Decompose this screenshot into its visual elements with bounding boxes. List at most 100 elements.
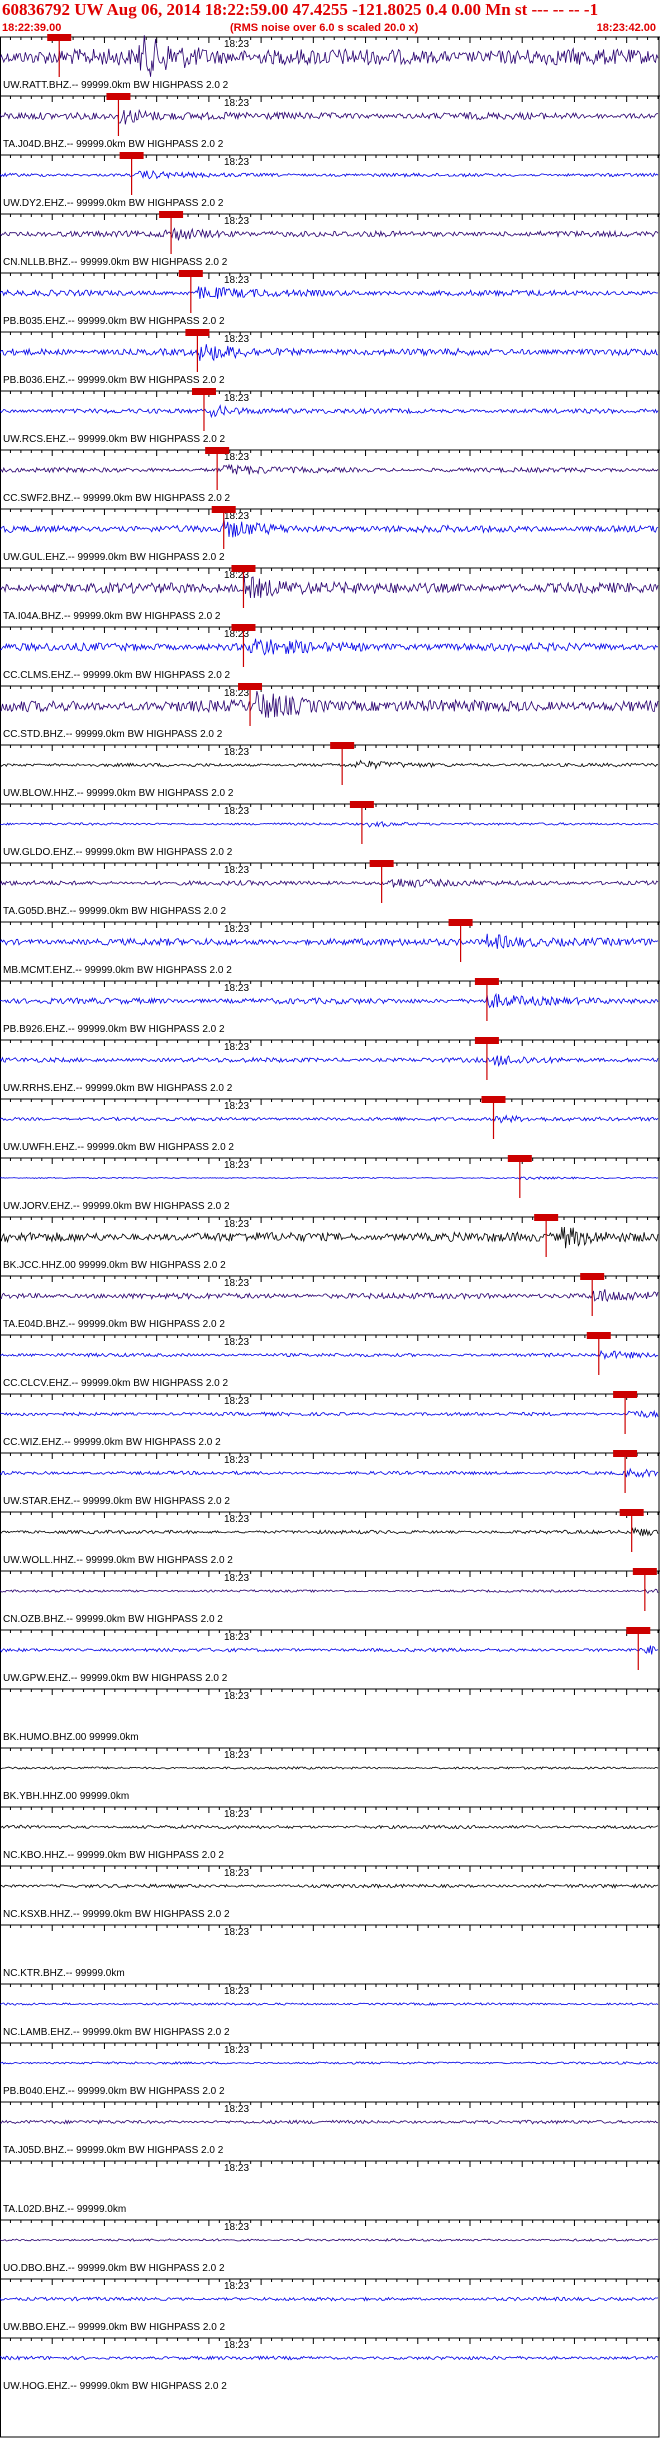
waveform-trace [0, 108, 659, 125]
waveform-trace [0, 1176, 659, 1181]
pick-flag [185, 329, 210, 336]
waveform-trace [0, 2002, 659, 2006]
waveform-trace [0, 1055, 659, 1067]
pick-flag [619, 1509, 644, 1516]
minute-tick-label: 18:23 [224, 2222, 249, 2233]
minute-tick-label: 18:23 [224, 747, 249, 758]
pick-flag [613, 1391, 638, 1398]
pick-flag [507, 1155, 532, 1162]
station-label: CC.CLCV.EHZ.-- 99999.0km BW HIGHPASS 2.0… [3, 1378, 229, 1389]
station-label: UW.HOG.EHZ.-- 99999.0km BW HIGHPASS 2.0 … [3, 2381, 227, 2392]
waveform-trace [0, 820, 659, 828]
station-label: CC.CLMS.EHZ.-- 99999.0km BW HIGHPASS 2.0… [3, 670, 231, 681]
waveform-trace [0, 404, 659, 419]
waveform-trace [0, 1467, 659, 1479]
station-label: CN.NLLB.BHZ.-- 99999.0km BW HIGHPASS 2.0… [3, 257, 228, 268]
minute-tick-label: 18:23 [224, 924, 249, 935]
waveform-trace [0, 286, 659, 299]
minute-tick-label: 18:23 [224, 1691, 249, 1702]
minute-tick-label: 18:23 [224, 983, 249, 994]
waveform-trace [0, 992, 659, 1009]
waveform-trace [0, 2238, 659, 2242]
minute-tick-label: 18:23 [224, 334, 249, 345]
minute-tick-label: 18:23 [224, 393, 249, 404]
waveform-trace [0, 1409, 659, 1419]
station-label: NC.KBO.HHZ.-- 99999.0km BW HIGHPASS 2.0 … [3, 1850, 224, 1861]
waveform-trace [0, 1226, 659, 1249]
station-label: BK.YBH.HHZ.00 99999.0km [3, 1791, 129, 1802]
pick-flag [626, 1627, 651, 1634]
pick-flag [474, 1037, 499, 1044]
station-label: TA.J04D.BHZ.-- 99999.0km BW HIGHPASS 2.0… [3, 139, 224, 150]
station-label: UW.BBO.EHZ.-- 99999.0km BW HIGHPASS 2.0 … [3, 2322, 226, 2333]
pick-flag [47, 34, 72, 41]
waveform-trace [0, 575, 659, 599]
pick-flag [211, 506, 236, 513]
waveform-trace [0, 1824, 659, 1830]
minute-tick-label: 18:23 [224, 1160, 249, 1171]
station-label: TA.I04A.BHZ.-- 99999.0km BW HIGHPASS 2.0… [3, 611, 221, 622]
minute-tick-label: 18:23 [224, 39, 249, 50]
minute-tick-label: 18:23 [224, 1278, 249, 1289]
waveform-trace [0, 638, 659, 656]
station-label: TA.J05D.BHZ.-- 99999.0km BW HIGHPASS 2.0… [3, 2145, 224, 2156]
pick-flag [178, 270, 203, 277]
pick-flag [159, 211, 184, 218]
waveform-trace [0, 1289, 659, 1303]
pick-flag [119, 152, 144, 159]
minute-tick-label: 18:23 [224, 2281, 249, 2292]
minute-tick-label: 18:23 [224, 98, 249, 109]
waveform-trace [0, 1526, 659, 1537]
waveform-trace [0, 2061, 659, 2065]
pick-flag [231, 624, 256, 631]
station-label: PB.B040.EHZ.-- 99999.0km BW HIGHPASS 2.0… [3, 2086, 225, 2097]
station-label: CC.STD.BHZ.-- 99999.0km BW HIGHPASS 2.0 … [3, 729, 223, 740]
minute-tick-label: 18:23 [224, 1750, 249, 1761]
waveform-trace [0, 170, 659, 180]
station-label: UW.GPW.EHZ.-- 99999.0km BW HIGHPASS 2.0 … [3, 1673, 228, 1684]
waveform-trace [0, 2119, 659, 2125]
seismogram-plot: 18:23 UW.RATT.BHZ.-- 99999.0km BW HIGHPAS… [0, 34, 660, 2438]
waveform-trace [0, 1588, 659, 1594]
station-label: UW.GLDO.EHZ.-- 99999.0km BW HIGHPASS 2.0… [3, 847, 233, 858]
minute-tick-label: 18:23 [224, 1809, 249, 1820]
station-label: TA.G05D.BHZ.-- 99999.0km BW HIGHPASS 2.0… [3, 906, 226, 917]
pick-flag [349, 801, 374, 808]
waveform-trace [0, 344, 659, 362]
station-label: UW.WOLL.HHZ.-- 99999.0km BW HIGHPASS 2.0… [3, 1555, 233, 1566]
pick-flag [632, 1568, 657, 1575]
station-label: UW.RRHS.EHZ.-- 99999.0km BW HIGHPASS 2.0… [3, 1083, 233, 1094]
minute-tick-label: 18:23 [224, 1986, 249, 1997]
minute-tick-label: 18:23 [224, 1455, 249, 1466]
station-label: UW.GUL.EHZ.-- 99999.0km BW HIGHPASS 2.0 … [3, 552, 225, 563]
station-label: UW.STAR.EHZ.-- 99999.0km BW HIGHPASS 2.0… [3, 1496, 230, 1507]
minute-tick-label: 18:23 [224, 1927, 249, 1938]
station-label: CC.SWF2.BHZ.-- 99999.0km BW HIGHPASS 2.0… [3, 493, 231, 504]
minute-tick-label: 18:23 [224, 806, 249, 817]
station-label: TA.E04D.BHZ.-- 99999.0km BW HIGHPASS 2.0… [3, 1319, 225, 1330]
waveform-trace [0, 35, 659, 77]
station-label: MB.MCMT.EHZ.-- 99999.0km BW HIGHPASS 2.0… [3, 965, 232, 976]
station-label: TA.L02D.BHZ.-- 99999.0km [3, 2204, 126, 2215]
waveform-trace [0, 519, 659, 538]
station-label: UW.JORV.EHZ.-- 99999.0km BW HIGHPASS 2.0… [3, 1201, 230, 1212]
minute-tick-label: 18:23 [224, 1573, 249, 1584]
pick-flag [534, 1214, 559, 1221]
station-label: CN.OZB.BHZ.-- 99999.0km BW HIGHPASS 2.0 … [3, 1614, 223, 1625]
pick-flag [231, 565, 256, 572]
pick-flag [474, 978, 499, 985]
pick-flag [580, 1273, 605, 1280]
minute-tick-label: 18:23 [224, 1337, 249, 1348]
minute-tick-label: 18:23 [224, 2045, 249, 2056]
station-label: UW.DY2.EHZ.-- 99999.0km BW HIGHPASS 2.0 … [3, 198, 224, 209]
pick-flag [205, 447, 230, 454]
waveform-trace [0, 878, 659, 889]
pick-flag [191, 388, 216, 395]
station-label: NC.KSXB.HHZ.-- 99999.0km BW HIGHPASS 2.0… [3, 1909, 230, 1920]
pick-flag [238, 683, 263, 690]
pick-flag [481, 1096, 506, 1103]
pick-flag [586, 1332, 611, 1339]
waveform-trace [0, 1766, 659, 1770]
waveform-trace [0, 463, 659, 475]
minute-tick-label: 18:23 [224, 1042, 249, 1053]
